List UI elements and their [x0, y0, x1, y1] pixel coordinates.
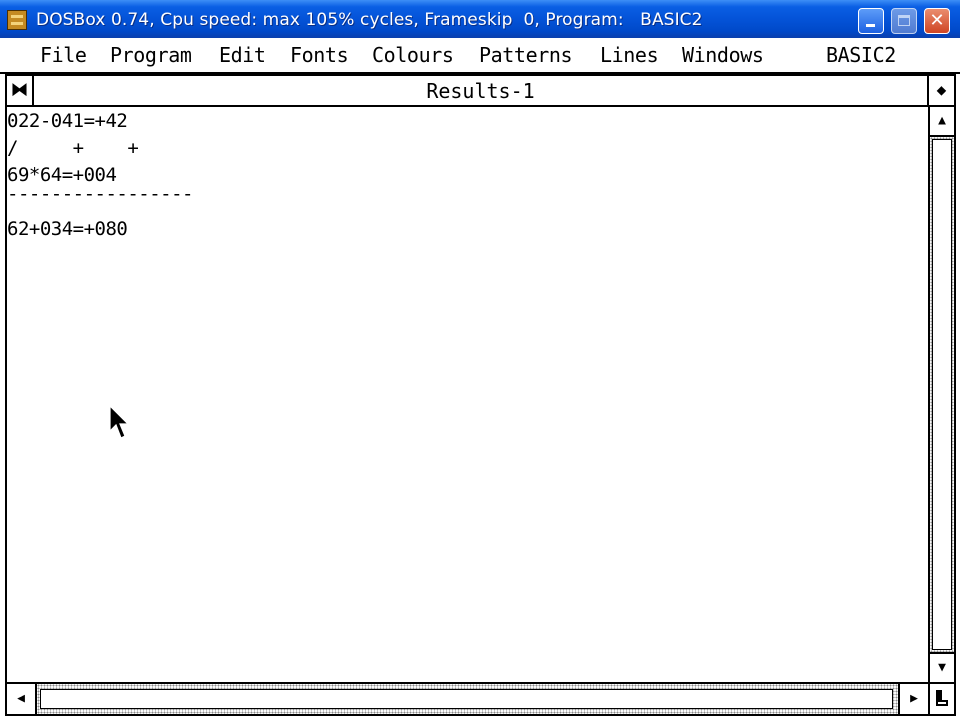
output-line-1: 022-041=+42 [7, 110, 128, 132]
output-line-5: 62+034=+080 [7, 218, 128, 240]
scroll-left-arrow-icon[interactable]: ◀ [7, 684, 37, 714]
menu-lines[interactable]: Lines [600, 44, 659, 66]
menu-patterns[interactable]: Patterns [479, 44, 573, 66]
vertical-scroll-thumb[interactable] [932, 139, 952, 650]
dosbox-title-bar[interactable]: DOSBox 0.74, Cpu speed: max 105% cycles,… [0, 0, 960, 38]
menu-windows[interactable]: Windows [682, 44, 764, 66]
results-window-title: Results-1 [426, 79, 535, 103]
results-window-title-bar[interactable]: ⧓ Results-1 ◆ [7, 76, 954, 107]
dosbox-icon[interactable] [7, 10, 27, 30]
window-resize-icon[interactable] [928, 682, 954, 714]
results-output-area[interactable]: 022-041=+42 / + + 69*64=+004 -----------… [7, 107, 928, 682]
menu-colours[interactable]: Colours [372, 44, 454, 66]
menu-file[interactable]: File [40, 44, 87, 66]
horizontal-scroll-thumb[interactable] [40, 689, 893, 709]
scroll-right-arrow-icon[interactable]: ▶ [898, 684, 928, 714]
menu-edit[interactable]: Edit [219, 44, 266, 66]
results-window: ⧓ Results-1 ◆ 022-041=+42 / + + 69*64=+0… [5, 74, 956, 716]
window-fuller-icon[interactable]: ◆ [927, 76, 954, 105]
minimize-button[interactable] [858, 8, 884, 34]
menu-bar: File Program Edit Fonts Colours Patterns… [0, 38, 960, 74]
vertical-scroll-track[interactable] [930, 137, 954, 652]
program-name-label: BASIC2 [826, 43, 896, 67]
scroll-down-arrow-icon[interactable]: ▼ [930, 652, 954, 682]
window-title: DOSBox 0.74, Cpu speed: max 105% cycles,… [36, 10, 703, 30]
close-button[interactable]: ✕ [924, 8, 950, 34]
menu-program[interactable]: Program [110, 44, 192, 66]
window-closer-icon[interactable]: ⧓ [7, 76, 34, 105]
output-line-2: / + + [7, 137, 139, 159]
maximize-button[interactable] [891, 8, 917, 34]
arrow-pointer-icon [109, 405, 129, 439]
output-separator-line: ----------------- [7, 183, 193, 205]
vertical-scrollbar[interactable]: ▲ ▼ [928, 107, 954, 682]
close-icon: ✕ [929, 10, 945, 31]
scroll-up-arrow-icon[interactable]: ▲ [930, 107, 954, 137]
horizontal-scroll-track[interactable] [37, 684, 898, 714]
menu-fonts[interactable]: Fonts [290, 44, 349, 66]
horizontal-scrollbar[interactable]: ◀ ▶ [7, 682, 928, 714]
